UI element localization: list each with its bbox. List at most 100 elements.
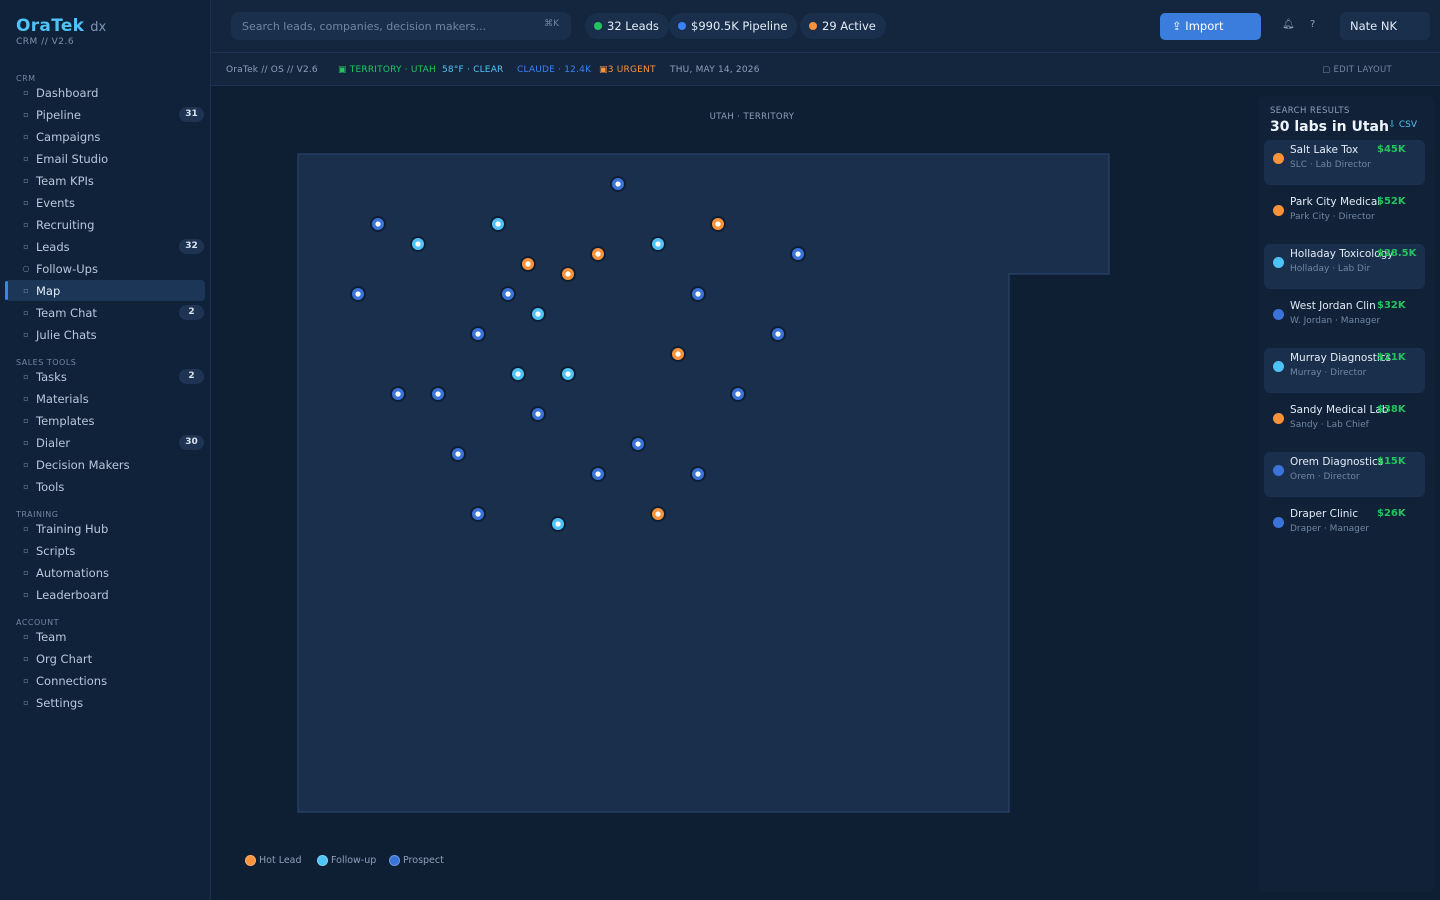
result-subtitle: Orem · Director (1290, 472, 1360, 482)
map-pin-hot[interactable] (650, 506, 666, 522)
sidebar-item-julie-chats[interactable]: ▫ Julie Chats (6, 324, 205, 345)
map-pin-prospect[interactable] (730, 386, 746, 402)
sidebar-item-label: Recruiting (36, 217, 95, 232)
sidebar-item-scripts[interactable]: ▫ Scripts (6, 540, 205, 561)
edit-layout-label: EDIT LAYOUT (1333, 65, 1392, 75)
count-badge: 30 (179, 435, 204, 450)
result-item[interactable]: Draper Clinic Draper · Manager $26K (1264, 504, 1425, 549)
map-pin-prospect[interactable] (450, 446, 466, 462)
sidebar-item-leaderboard[interactable]: ▫ Leaderboard (6, 584, 205, 605)
result-item[interactable]: Holladay Toxicology Holladay · Lab Dir $28… (1264, 244, 1425, 289)
map-pin-hot[interactable] (560, 266, 576, 282)
stat-leads-pill[interactable]: 32 Leads (585, 13, 669, 39)
sidebar-item-training-hub[interactable]: ▫ Training Hub (6, 518, 205, 539)
result-value: $38K (1377, 404, 1406, 415)
map-pin-hot[interactable] (710, 216, 726, 232)
training-hub-icon: ▫ (23, 524, 29, 533)
result-item[interactable]: Sandy Medical Lab Sandy · Lab Chief $38K (1264, 400, 1425, 445)
map-pin-prospect[interactable] (590, 466, 606, 482)
search-input[interactable] (242, 12, 532, 40)
sidebar-item-label: Training Hub (36, 521, 109, 536)
sidebar-item-campaigns[interactable]: ▫ Campaigns (6, 126, 205, 147)
map-pin-followup[interactable] (410, 236, 426, 252)
map-pin-prospect[interactable] (630, 436, 646, 452)
map-pin-prospect[interactable] (370, 216, 386, 232)
map-pin-prospect[interactable] (350, 286, 366, 302)
import-button[interactable]: ⇪ Import (1160, 13, 1261, 40)
territory-map[interactable] (211, 87, 1256, 900)
sidebar-item-recruiting[interactable]: ▫ Recruiting (6, 214, 205, 235)
map-pin-hot[interactable] (670, 346, 686, 362)
search-box[interactable]: ⌘K (231, 12, 571, 40)
result-item[interactable]: West Jordan Clin W. Jordan · Manager $32K (1264, 296, 1425, 341)
sidebar-item-label: Settings (36, 695, 84, 710)
sidebar-item-templates[interactable]: ▫ Templates (6, 410, 205, 431)
sidebar-item-label: Leads (36, 239, 70, 254)
result-value: $45K (1377, 144, 1406, 155)
sidebar-item-dialer[interactable]: ▫ Dialer 30 (6, 432, 205, 453)
sidebar-item-follow-ups[interactable]: ○ Follow-Ups (6, 258, 205, 279)
map-pin-prospect[interactable] (770, 326, 786, 342)
sidebar-item-leads[interactable]: ▫ Leads 32 (6, 236, 205, 257)
map-pin-followup[interactable] (530, 306, 546, 322)
urgent-icon: ▣ (599, 65, 608, 75)
sidebar-item-materials[interactable]: ▫ Materials (6, 388, 205, 409)
map-pin-prospect[interactable] (530, 406, 546, 422)
map-pin-followup[interactable] (550, 516, 566, 532)
status-urgent[interactable]: ▣3 URGENT (599, 65, 656, 75)
map-pin-prospect[interactable] (470, 506, 486, 522)
map-pin-prospect[interactable] (790, 246, 806, 262)
result-item[interactable]: Park City Medical Park City · Director $52… (1264, 192, 1425, 237)
map-pin-followup[interactable] (650, 236, 666, 252)
sidebar-item-label: Campaigns (36, 129, 101, 144)
notifications-icon[interactable]: 🔔︎ (1282, 19, 1295, 30)
settings-icon: ▫ (23, 698, 29, 707)
sidebar-item-pipeline[interactable]: ▫ Pipeline 31 (6, 104, 205, 125)
sidebar-item-team[interactable]: ▫ Team (6, 626, 205, 647)
edit-layout-button[interactable]: ▢ EDIT LAYOUT (1322, 65, 1392, 75)
help-icon[interactable]: ? (1310, 19, 1315, 30)
result-item[interactable]: Salt Lake Tox SLC · Lab Director $45K (1264, 140, 1425, 185)
results-title: 30 labs in Utah (1270, 119, 1389, 135)
kpi-icon: ▫ (23, 176, 29, 185)
sidebar-item-dashboard[interactable]: ▫ Dashboard (6, 82, 205, 103)
scripts-icon: ▫ (23, 546, 29, 555)
sidebar-item-label: Team Chat (36, 305, 97, 320)
sidebar-item-map[interactable]: ▫ Map (5, 280, 205, 301)
map-pin-prospect[interactable] (690, 286, 706, 302)
csv-export-button[interactable]: ⇩ CSV (1388, 120, 1417, 130)
map-pin-followup[interactable] (510, 366, 526, 382)
map-pin-prospect[interactable] (470, 326, 486, 342)
sidebar-item-tools[interactable]: ▫ Tools (6, 476, 205, 497)
map-pin-followup[interactable] (560, 366, 576, 382)
map-pin-prospect[interactable] (390, 386, 406, 402)
map-pin-followup[interactable] (490, 216, 506, 232)
stat-active-pill[interactable]: 29 Active (800, 13, 886, 39)
map-pin-prospect[interactable] (430, 386, 446, 402)
result-item[interactable]: Murray Diagnostics Murray · Director $21K (1264, 348, 1425, 393)
sidebar-item-team-kpis[interactable]: ▫ Team KPIs (6, 170, 205, 191)
result-name: Park City Medical (1290, 196, 1381, 208)
sidebar-item-team-chat[interactable]: ▫ Team Chat 2 (6, 302, 205, 323)
sidebar-item-org-chart[interactable]: ▫ Org Chart (6, 648, 205, 669)
sidebar-item-decision-makers[interactable]: ▫ Decision Makers (6, 454, 205, 475)
sidebar-item-settings[interactable]: ▫ Settings (6, 692, 205, 713)
sidebar-item-email-studio[interactable]: ▫ Email Studio (6, 148, 205, 169)
map-pin-hot[interactable] (590, 246, 606, 262)
result-subtitle: Murray · Director (1290, 368, 1367, 378)
map-pin-center (535, 311, 541, 317)
sidebar-item-automations[interactable]: ▫ Automations (6, 562, 205, 583)
sidebar-item-label: Dialer (36, 435, 71, 450)
map-pin-prospect[interactable] (690, 466, 706, 482)
result-item[interactable]: Orem Diagnostics Orem · Director $15K (1264, 452, 1425, 497)
map-pin-center (555, 521, 561, 527)
map-pin-hot[interactable] (520, 256, 536, 272)
map-pin-prospect[interactable] (500, 286, 516, 302)
brand[interactable]: OraTek dx CRM // V2.6 (16, 16, 106, 47)
sidebar-item-events[interactable]: ▫ Events (6, 192, 205, 213)
stat-pipeline-pill[interactable]: $990.5K Pipeline (669, 13, 798, 39)
map-pin-prospect[interactable] (610, 176, 626, 192)
sidebar-item-connections[interactable]: ▫ Connections (6, 670, 205, 691)
sidebar-item-tasks[interactable]: ▫ Tasks 2 (6, 366, 205, 387)
user-menu[interactable]: Nate NK (1340, 12, 1430, 40)
